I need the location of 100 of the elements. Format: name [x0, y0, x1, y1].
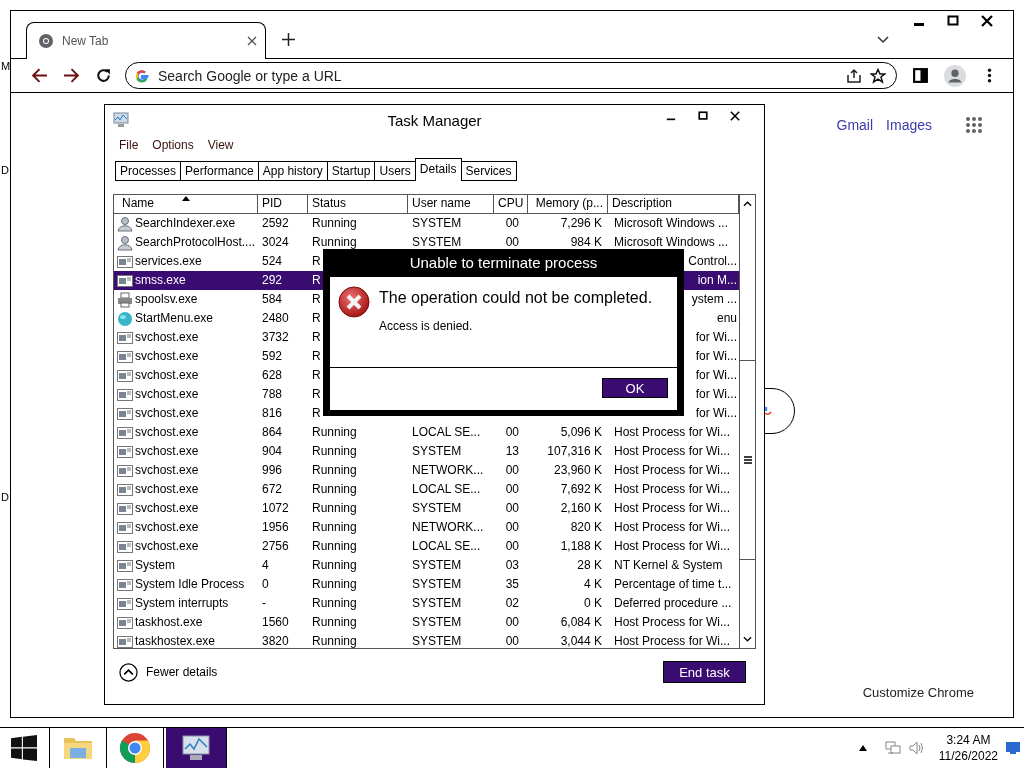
column-header[interactable]: CPU	[498, 195, 523, 212]
process-name[interactable]: smss.exe	[135, 271, 186, 290]
back-icon[interactable]	[31, 67, 48, 84]
forward-icon[interactable]	[63, 67, 80, 84]
table-cell-text: 13	[504, 443, 520, 460]
tab[interactable]: Users	[374, 161, 416, 181]
apps-grid-icon[interactable]	[965, 116, 983, 134]
speaker-icon[interactable]	[908, 740, 925, 756]
table-cell-text: 0 K	[583, 595, 603, 612]
star-icon[interactable]	[870, 67, 886, 84]
table-cell-text: 1560	[261, 614, 290, 631]
column-header[interactable]: PID	[262, 195, 303, 212]
table-cell: R	[312, 330, 321, 344]
scroll-up-icon[interactable]	[743, 201, 752, 207]
chevron-down-icon[interactable]	[877, 36, 889, 44]
fewer-details-link[interactable]: Fewer details	[146, 665, 218, 679]
tab[interactable]: Performance	[180, 161, 259, 181]
table-cell-text: SYSTEM	[411, 595, 463, 612]
scroll-down-icon[interactable]	[743, 636, 752, 642]
scrollbar[interactable]	[739, 195, 755, 648]
show-desktop-icon[interactable]	[1006, 742, 1020, 754]
end-task-button[interactable]: End task	[663, 661, 746, 683]
browser-tab[interactable]: New Tab	[26, 22, 266, 59]
column-header[interactable]: User name	[412, 195, 489, 212]
show-hidden-icon[interactable]	[858, 745, 867, 751]
table-cell-text: 2,160 K	[559, 500, 603, 517]
customize-chrome-button[interactable]: Customize Chrome	[862, 685, 974, 700]
process-name[interactable]: svchost.exe	[135, 442, 199, 461]
process-name[interactable]: taskhostex.exe	[135, 632, 216, 648]
process-name[interactable]: svchost.exe	[135, 385, 199, 404]
process-name[interactable]: services.exe	[135, 252, 202, 271]
process-name[interactable]: taskhost.exe	[135, 613, 203, 632]
table-cell-text: Host Process for Wi...	[613, 424, 732, 441]
table-cell-text: 00	[504, 215, 520, 232]
table-cell-text: Running	[311, 576, 358, 593]
process-name[interactable]: svchost.exe	[135, 537, 199, 556]
column-header[interactable]: Status	[312, 195, 403, 212]
close-icon[interactable]	[730, 111, 740, 121]
clock-time[interactable]: 3:24 AM	[946, 732, 991, 748]
share-icon[interactable]	[846, 67, 862, 84]
column-header[interactable]: Description	[612, 195, 734, 212]
process-name[interactable]: svchost.exe	[135, 461, 199, 480]
process-name[interactable]: System Idle Process	[135, 575, 245, 594]
process-name[interactable]: svchost.exe	[135, 404, 199, 423]
maximize-icon[interactable]	[947, 15, 959, 27]
table-cell-text: 00	[504, 481, 520, 498]
process-name[interactable]: svchost.exe	[135, 347, 199, 366]
close-icon[interactable]	[247, 36, 257, 46]
menu-item[interactable]: File	[119, 138, 139, 152]
table-cell-text: 628	[261, 367, 284, 384]
menu-item[interactable]: View	[207, 138, 234, 152]
maximize-icon[interactable]	[698, 111, 708, 121]
reload-icon[interactable]	[95, 67, 112, 84]
process-name[interactable]: svchost.exe	[135, 328, 199, 347]
new-tab-icon[interactable]	[282, 33, 295, 46]
menu-item[interactable]: Options	[152, 138, 194, 152]
clock-date[interactable]: 11/26/2022	[938, 748, 998, 764]
tab[interactable]: Startup	[326, 161, 376, 181]
process-name[interactable]: svchost.exe	[135, 423, 199, 442]
process-name[interactable]: StartMenu.exe	[135, 309, 214, 328]
taskbar-button[interactable]	[166, 728, 226, 768]
table-cell-text: 0	[261, 576, 270, 593]
table-cell: R	[312, 368, 321, 382]
table-cell-text: 816	[261, 405, 284, 422]
column-header[interactable]: Memory (p...	[532, 195, 603, 212]
window-icon	[117, 557, 133, 574]
table-cell: for Wi...	[695, 387, 737, 401]
table-cell-text: 672	[261, 481, 284, 498]
address-field[interactable]: Search Google or type a URL	[158, 67, 838, 84]
process-name[interactable]: svchost.exe	[135, 366, 199, 385]
process-name[interactable]: SearchIndexer.exe	[135, 214, 236, 233]
ok-button[interactable]: OK	[602, 378, 668, 398]
process-name[interactable]: svchost.exe	[135, 480, 199, 499]
close-icon[interactable]	[981, 15, 993, 27]
header-link[interactable]: Gmail	[836, 117, 874, 133]
side-panel-icon[interactable]	[912, 67, 929, 84]
header-link[interactable]: Images	[886, 117, 932, 133]
tab[interactable]: Processes	[115, 161, 182, 181]
process-name[interactable]: svchost.exe	[135, 499, 199, 518]
table-cell-text: 02	[504, 595, 520, 612]
window-icon	[117, 405, 133, 422]
tab[interactable]: App history	[257, 161, 328, 181]
process-name[interactable]: SearchProtocolHost....	[135, 233, 256, 252]
table-cell-text: Deferred procedure ...	[613, 595, 733, 612]
scroll-thumb[interactable]	[739, 360, 756, 560]
table-cell: R	[312, 387, 321, 401]
process-name[interactable]: spoolsv.exe	[135, 290, 198, 309]
table-cell-text: NT Kernel & System	[613, 557, 724, 574]
table-cell: for Wi...	[695, 349, 737, 363]
chrome-logo-icon	[119, 732, 151, 764]
table-cell: ion M...	[697, 273, 737, 287]
column-header[interactable]: Name	[122, 195, 253, 212]
windows-logo-icon[interactable]	[11, 735, 37, 761]
process-name[interactable]: svchost.exe	[135, 518, 199, 537]
process-name[interactable]: System	[135, 556, 175, 575]
tab[interactable]: Services	[460, 161, 517, 181]
collapse-icon[interactable]	[119, 662, 138, 682]
profile-avatar-icon[interactable]	[944, 64, 966, 87]
process-name[interactable]: System interrupts	[135, 594, 229, 613]
table-cell-text: Running	[311, 557, 358, 574]
